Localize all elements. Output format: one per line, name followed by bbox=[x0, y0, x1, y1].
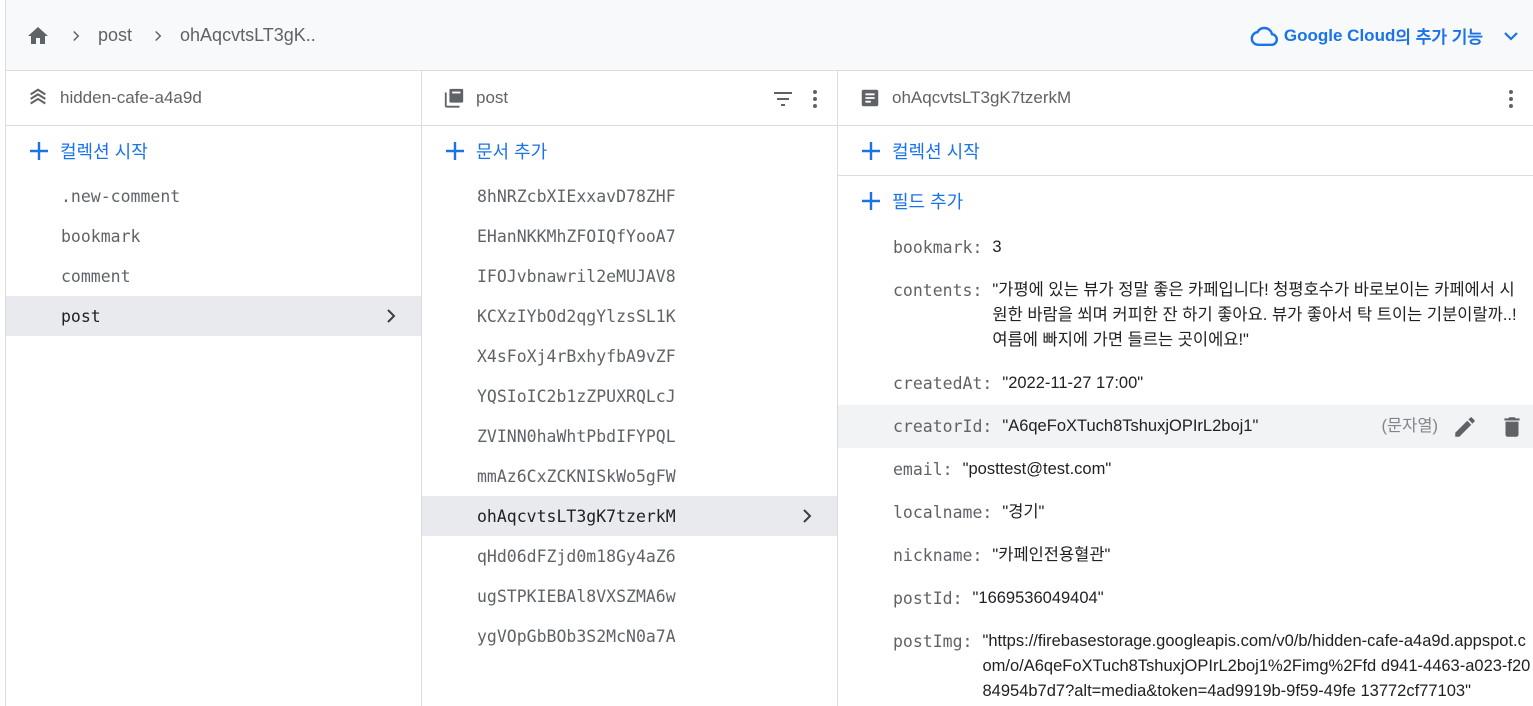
firestore-layers-icon bbox=[26, 86, 50, 110]
field-key: createdAt: bbox=[893, 374, 993, 393]
cloud-icon bbox=[1250, 26, 1278, 46]
chevron-right-icon bbox=[64, 24, 88, 48]
field-value: "https://firebasestorage.googleapis.com/… bbox=[982, 632, 1531, 700]
breadcrumb: post ohAqcvtsLT3gK.. bbox=[26, 0, 316, 71]
field-row-nickname[interactable]: nickname: "카페인전용혈관" bbox=[838, 534, 1533, 577]
google-cloud-label: Google Cloud bbox=[1283, 25, 1396, 45]
project-title: hidden-cafe-a4a9d bbox=[60, 88, 202, 107]
field-row-localname[interactable]: localname: "경기" bbox=[838, 491, 1533, 534]
start-collection-label: 컬렉션 시작 bbox=[60, 142, 148, 162]
field-key: bookmark: bbox=[893, 238, 983, 257]
breadcrumb-item-document[interactable]: ohAqcvtsLT3gK.. bbox=[180, 25, 316, 46]
field-row-createdat[interactable]: createdAt: "2022-11-27 17:00" bbox=[838, 362, 1533, 405]
collection-icon bbox=[442, 86, 466, 110]
field-value: "posttest@test.com" bbox=[962, 460, 1112, 478]
field-key: postImg: bbox=[893, 632, 973, 651]
chevron-down-icon bbox=[1504, 31, 1518, 41]
collection-item-label: post bbox=[61, 306, 101, 326]
filter-icon[interactable] bbox=[771, 87, 795, 111]
chevron-right-icon bbox=[387, 309, 396, 323]
chevron-right-icon bbox=[803, 509, 812, 523]
field-value: "가평에 있는 뷰가 정말 좋은 카페입니다! 청평호수가 바로보이는 카페에서… bbox=[992, 281, 1517, 349]
field-row-email[interactable]: email: "posttest@test.com" bbox=[838, 448, 1533, 491]
more-vert-icon[interactable] bbox=[1499, 87, 1523, 111]
plus-icon bbox=[862, 192, 880, 210]
field-key: creatorId: bbox=[893, 417, 993, 436]
document-item[interactable]: X4sFoXj4rBxhyfbA9vZF bbox=[422, 336, 837, 376]
collection-panel: post 문서 추가 8hNRZcbXIExxavD78ZHF EHanNKKM… bbox=[421, 71, 837, 706]
field-row-creatorid[interactable]: creatorId: "A6qeFoXTuch8TshuxjOPIrL2boj1… bbox=[838, 405, 1533, 448]
start-subcollection-button[interactable]: 컬렉션 시작 bbox=[838, 126, 1533, 176]
document-item[interactable]: IFOJvbnawril2eMUJAV8 bbox=[422, 256, 837, 296]
root-panel: hidden-cafe-a4a9d 컬렉션 시작 .new-comment bo… bbox=[5, 71, 421, 706]
document-item[interactable]: ygVOpGbBOb3S2McN0a7A bbox=[422, 616, 837, 656]
delete-icon[interactable] bbox=[1499, 414, 1525, 440]
field-value: "카페인전용혈관" bbox=[992, 546, 1111, 564]
root-panel-header: hidden-cafe-a4a9d bbox=[6, 71, 421, 126]
plus-icon bbox=[446, 142, 464, 160]
field-value: "1669536049404" bbox=[972, 589, 1104, 607]
more-vert-icon[interactable] bbox=[803, 87, 827, 111]
field-key: nickname: bbox=[893, 546, 983, 565]
document-item-label: ohAqcvtsLT3gK7tzerkM bbox=[477, 506, 676, 526]
home-icon[interactable] bbox=[26, 24, 50, 48]
document-item[interactable]: 8hNRZcbXIExxavD78ZHF bbox=[422, 176, 837, 216]
field-row-postid[interactable]: postId: "1669536049404" bbox=[838, 577, 1533, 620]
plus-icon bbox=[30, 142, 48, 160]
document-item[interactable]: YQSIoIC2b1zZPUXRQLcJ bbox=[422, 376, 837, 416]
field-type-label: (문자열) bbox=[1381, 417, 1438, 435]
start-subcollection-label: 컬렉션 시작 bbox=[892, 141, 980, 162]
document-item[interactable]: qHd06dFZjd0m18Gy4aZ6 bbox=[422, 536, 837, 576]
document-item[interactable]: ZVINN0haWhtPbdIFYPQL bbox=[422, 416, 837, 456]
field-row-postimg[interactable]: postImg: "https://firebasestorage.google… bbox=[838, 620, 1533, 706]
field-row-contents[interactable]: contents: "가평에 있는 뷰가 정말 좋은 카페입니다! 청평호수가 … bbox=[838, 269, 1533, 362]
collection-item[interactable]: comment bbox=[6, 256, 421, 296]
field-value: "2022-11-27 17:00" bbox=[1002, 374, 1144, 392]
plus-icon bbox=[862, 141, 880, 160]
google-cloud-addons-button[interactable]: Google Cloud 의 추가 기능 bbox=[1250, 0, 1523, 71]
breadcrumb-item-post[interactable]: post bbox=[98, 25, 132, 46]
add-field-button[interactable]: 필드 추가 bbox=[838, 176, 1533, 226]
top-bar: post ohAqcvtsLT3gK.. Google Cloud 의 추가 기… bbox=[5, 0, 1533, 71]
field-value: "경기" bbox=[1002, 503, 1045, 521]
edit-icon[interactable] bbox=[1452, 414, 1478, 440]
document-panel-header: ohAqcvtsLT3gK7tzerkM bbox=[838, 71, 1533, 126]
field-value: "A6qeFoXTuch8TshuxjOPIrL2boj1" bbox=[1002, 417, 1259, 435]
add-field-label: 필드 추가 bbox=[892, 192, 964, 212]
document-item[interactable]: KCXzIYbOd2qgYlzsSL1K bbox=[422, 296, 837, 336]
add-document-label: 문서 추가 bbox=[476, 142, 548, 162]
document-item[interactable]: EHanNKKMhZFOIQfYooA7 bbox=[422, 216, 837, 256]
chevron-right-icon bbox=[146, 24, 170, 48]
collection-item[interactable]: bookmark bbox=[6, 216, 421, 256]
add-document-button[interactable]: 문서 추가 bbox=[422, 126, 837, 176]
collection-panel-header: post bbox=[422, 71, 837, 126]
document-icon bbox=[858, 86, 882, 110]
collection-item-selected[interactable]: post bbox=[6, 296, 421, 336]
collection-title: post bbox=[476, 88, 509, 107]
field-key: contents: bbox=[893, 281, 983, 300]
field-value: 3 bbox=[992, 238, 1002, 256]
document-panel: ohAqcvtsLT3gK7tzerkM 컬렉션 시작 필드 추가 bookma… bbox=[837, 71, 1533, 706]
start-collection-button[interactable]: 컬렉션 시작 bbox=[6, 126, 421, 176]
document-item-selected[interactable]: ohAqcvtsLT3gK7tzerkM bbox=[422, 496, 837, 536]
document-item[interactable]: mmAz6CxZCKNISkWo5gFW bbox=[422, 456, 837, 496]
document-title: ohAqcvtsLT3gK7tzerkM bbox=[892, 88, 1072, 107]
field-key: email: bbox=[893, 460, 953, 479]
addons-label: 의 추가 기능 bbox=[1395, 28, 1483, 47]
field-row-bookmark[interactable]: bookmark: 3 bbox=[838, 226, 1533, 269]
field-key: postId: bbox=[893, 589, 963, 608]
collection-item[interactable]: .new-comment bbox=[6, 176, 421, 216]
document-item[interactable]: ugSTPKIEBAl8VXSZMA6w bbox=[422, 576, 837, 616]
field-key: localname: bbox=[893, 503, 993, 522]
